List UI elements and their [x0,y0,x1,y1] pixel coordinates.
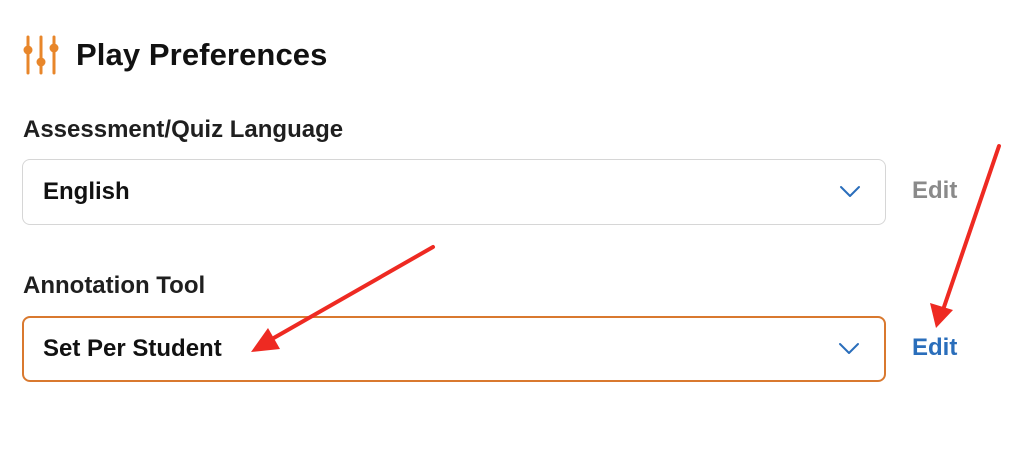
language-edit-link[interactable]: Edit [912,177,957,205]
sliders-icon [23,35,59,75]
arrow-to-edit [930,144,1001,328]
section-header: Play Preferences [22,33,328,77]
chevron-down-icon [839,343,859,354]
language-field-label: Assessment/Quiz Language [23,116,344,143]
annotation-select-value: Set Per Student [43,335,222,362]
play-preferences-panel: Play Preferences Assessment/Quiz Languag… [0,0,1028,456]
language-select-value: English [43,178,130,205]
annotation-field-label: Annotation Tool [23,272,206,299]
annotation-tool-select[interactable]: Set Per Student [22,316,886,382]
language-select[interactable]: English [22,159,886,225]
page-title: Play Preferences [76,37,328,72]
chevron-down-icon [840,186,860,197]
annotation-edit-link[interactable]: Edit [912,334,957,362]
